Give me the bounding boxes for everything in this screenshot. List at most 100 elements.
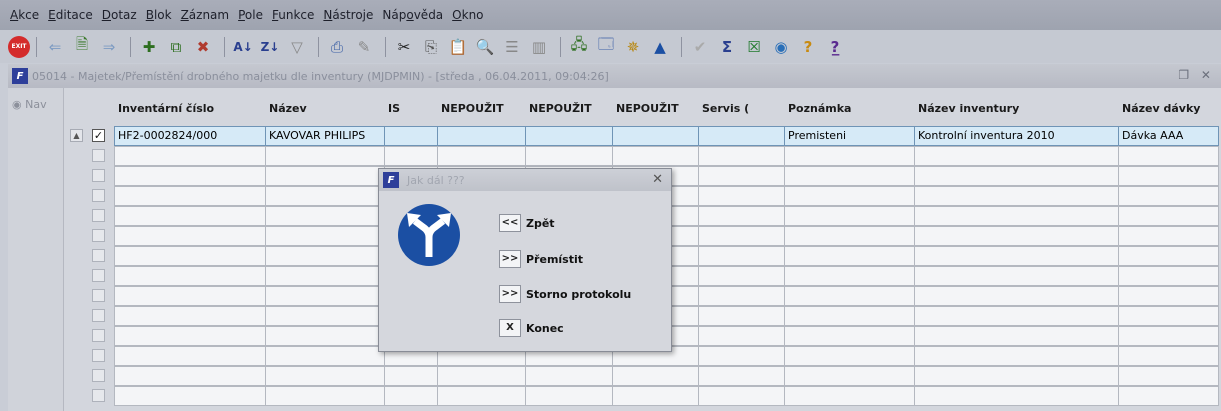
grid-cell[interactable] [1118, 266, 1219, 286]
columns-icon[interactable]: ▥ [527, 35, 551, 59]
grid-cell[interactable] [114, 166, 266, 186]
grid-cell[interactable] [265, 366, 385, 386]
duplicate-record-icon[interactable]: ⧉ [164, 35, 188, 59]
grid-cell[interactable] [114, 346, 266, 366]
grid-cell[interactable] [1118, 326, 1219, 346]
grid-cell[interactable] [612, 366, 699, 386]
print-icon[interactable]: ⎙ [325, 35, 349, 59]
grid-cell[interactable] [784, 206, 915, 226]
grid-cell[interactable] [784, 166, 915, 186]
grid-cell[interactable] [698, 346, 785, 366]
record-indicator-icon[interactable]: ▲ [70, 129, 83, 142]
grid-cell[interactable] [1118, 286, 1219, 306]
column-header[interactable]: Název inventury [918, 102, 1019, 115]
close-icon[interactable]: ✕ [652, 172, 663, 187]
cut-icon[interactable]: ✂ [392, 35, 416, 59]
previous-record-icon[interactable]: ⇐ [43, 35, 67, 59]
menu-item[interactable]: Editace [48, 8, 93, 22]
grid-cell[interactable] [265, 286, 385, 306]
grid-cell[interactable] [914, 326, 1119, 346]
grid-cell[interactable] [784, 386, 915, 406]
grid-cell[interactable] [265, 226, 385, 246]
grid-cell[interactable] [1118, 146, 1219, 166]
grid-cell[interactable] [265, 266, 385, 286]
menu-item[interactable]: Akce [10, 8, 39, 22]
grid-cell[interactable] [265, 306, 385, 326]
column-header[interactable]: Název [269, 102, 307, 115]
exit-button[interactable]: EXIT [8, 35, 30, 58]
grid-cell[interactable] [1118, 346, 1219, 366]
grid-cell[interactable] [384, 366, 438, 386]
grid-cell[interactable] [698, 186, 785, 206]
grid-cell[interactable] [114, 146, 266, 166]
column-header[interactable]: Inventární číslo [118, 102, 214, 115]
grid-cell[interactable] [914, 226, 1119, 246]
check-icon[interactable]: ✔ [688, 35, 712, 59]
grid-cell[interactable] [437, 386, 526, 406]
row-checkbox[interactable] [92, 269, 105, 282]
row-checkbox[interactable] [92, 389, 105, 402]
grid-cell[interactable] [914, 246, 1119, 266]
nav-label[interactable]: ◉ Nav [12, 98, 47, 111]
column-header[interactable]: Název dávky [1122, 102, 1200, 115]
column-header[interactable]: Servis ( [702, 102, 749, 115]
grid-cell[interactable] [114, 326, 266, 346]
grid-cell[interactable]: Premisteni [784, 126, 915, 146]
grid-cell[interactable] [914, 166, 1119, 186]
grid-cell[interactable] [698, 206, 785, 226]
grid-cell[interactable]: Kontrolní inventura 2010 [914, 126, 1119, 146]
grid-cell[interactable] [914, 266, 1119, 286]
grid-cell[interactable]: KAVOVAR PHILIPS [265, 126, 385, 146]
menu-item[interactable]: Blok [146, 8, 172, 22]
row-checkbox[interactable] [92, 169, 105, 182]
grid-cell[interactable] [1118, 306, 1219, 326]
grid-cell[interactable] [265, 346, 385, 366]
grid-cell[interactable] [1118, 226, 1219, 246]
grid-cell[interactable] [612, 386, 699, 406]
grid-cell[interactable]: HF2-0002824/000 [114, 126, 266, 146]
find-icon[interactable]: 🔍 [473, 35, 497, 59]
grid-cell[interactable] [784, 246, 915, 266]
grid-cell[interactable] [437, 146, 526, 166]
grid-cell[interactable] [265, 166, 385, 186]
grid-cell[interactable] [784, 366, 915, 386]
grid-cell[interactable] [698, 226, 785, 246]
grid-cell[interactable] [114, 226, 266, 246]
grid-cell[interactable] [698, 286, 785, 306]
excel-icon[interactable]: ☒ [742, 35, 766, 59]
grid-cell[interactable] [525, 366, 613, 386]
workflow-icon[interactable]: ✵ [621, 35, 645, 59]
column-header[interactable]: NEPOUŽIT [529, 102, 592, 115]
grid-cell[interactable] [914, 206, 1119, 226]
row-checkbox[interactable]: ✓ [92, 129, 105, 142]
grid-cell[interactable] [914, 146, 1119, 166]
tree-icon[interactable]: 🖧 [567, 35, 591, 59]
grid-cell[interactable] [914, 306, 1119, 326]
grid-cell[interactable] [698, 386, 785, 406]
grid-cell[interactable] [265, 146, 385, 166]
grid-cell[interactable] [114, 246, 266, 266]
grid-cell[interactable] [698, 326, 785, 346]
column-header[interactable]: Poznámka [788, 102, 851, 115]
grid-cell[interactable] [1118, 366, 1219, 386]
grid-cell[interactable] [1118, 386, 1219, 406]
grid-cell[interactable] [784, 326, 915, 346]
sum-icon[interactable]: Σ [715, 35, 739, 59]
grid-cell[interactable] [437, 366, 526, 386]
dialog-option[interactable]: X Konec [499, 318, 564, 338]
row-checkbox[interactable] [92, 289, 105, 302]
grid-cell[interactable] [265, 386, 385, 406]
grid-cell[interactable] [698, 246, 785, 266]
grid-cell[interactable] [914, 386, 1119, 406]
grid-cell[interactable] [784, 346, 915, 366]
menu-item[interactable]: Záznam [181, 8, 230, 22]
grid-cell[interactable]: Dávka AAA [1118, 126, 1219, 146]
grid-cell[interactable] [114, 266, 266, 286]
grid-cell[interactable] [265, 206, 385, 226]
grid-cell[interactable] [784, 186, 915, 206]
row-checkbox[interactable] [92, 229, 105, 242]
grid-cell[interactable] [114, 286, 266, 306]
help-icon[interactable]: ? [796, 35, 820, 59]
row-checkbox[interactable] [92, 249, 105, 262]
grid-cell[interactable] [114, 386, 266, 406]
